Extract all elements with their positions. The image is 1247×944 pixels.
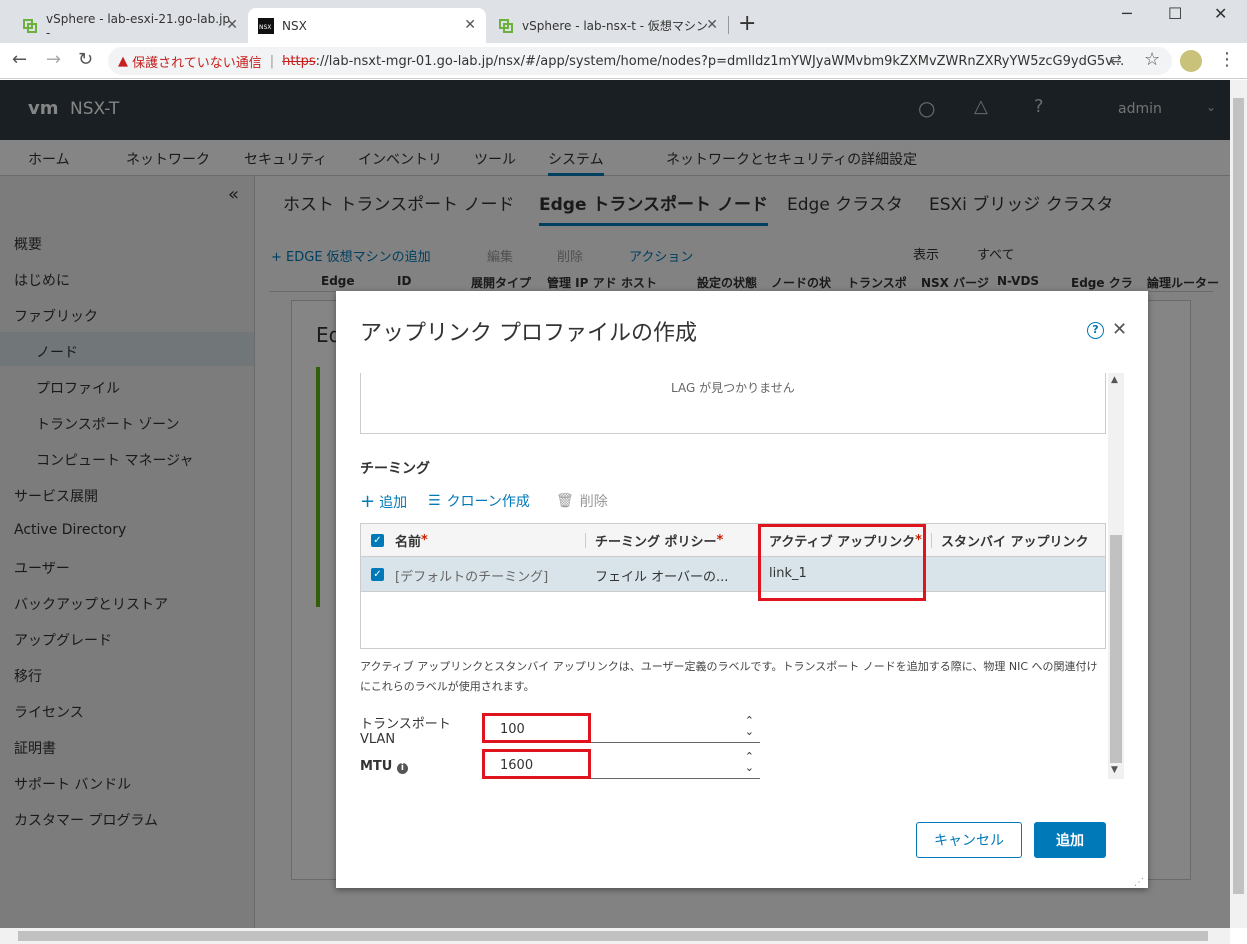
column-divider: [931, 533, 932, 548]
security-label: 保護されていない通信: [132, 55, 262, 71]
browser-menu-icon[interactable]: ⋮: [1218, 49, 1236, 70]
tab-title: NSX: [282, 18, 307, 33]
column-header-standby-uplinks[interactable]: スタンバイ アップリンク: [941, 524, 1089, 557]
address-bar[interactable]: ▲ 保護されていない通信 | https ://lab-nsxt-mgr-01.…: [108, 47, 1172, 75]
add-button[interactable]: 追加: [1034, 822, 1106, 858]
add-label: 追加: [379, 494, 408, 511]
cancel-button[interactable]: キャンセル: [916, 822, 1022, 858]
vsphere-favicon-icon: [499, 18, 513, 33]
page-horizontal-scrollbar[interactable]: [0, 928, 1230, 944]
mtu-label: MTU i: [360, 759, 408, 774]
nsx-favicon-icon: NSX: [258, 17, 274, 34]
table-row[interactable]: ✓ [デフォルトのチーミング] フェイル オーバーの... link_1: [361, 557, 1105, 592]
vsphere-favicon-icon: [23, 18, 37, 33]
column-divider: [585, 533, 586, 548]
scroll-up-arrow-icon[interactable]: ▲: [1111, 375, 1118, 385]
select-all-checkbox[interactable]: ✓: [371, 534, 384, 547]
close-dialog-icon[interactable]: ✕: [1112, 319, 1127, 340]
uplink-help-text: アクティブ アップリンクとスタンバイ アップリンクは、ユーザー定義のラベルです。…: [360, 660, 1098, 693]
scrollbar-thumb[interactable]: [1110, 535, 1122, 763]
close-tab-icon[interactable]: ✕: [706, 17, 718, 33]
trash-icon: 🗑: [556, 493, 574, 509]
teaming-delete-button[interactable]: 🗑 削除: [556, 491, 608, 511]
browser-tab-vsphere-2[interactable]: vSphere - lab-nsx-t - 仮想マシン ✕: [488, 8, 728, 43]
tab-title: vSphere - lab-nsx-t - 仮想マシン: [522, 19, 708, 33]
spinner-icon[interactable]: ⌃ ⌄: [745, 715, 754, 737]
url-text: ://lab-nsxt-mgr-01.go-lab.jp/nsx/#/app/s…: [315, 53, 1125, 69]
close-tab-icon[interactable]: ✕: [464, 17, 476, 33]
profile-avatar-icon[interactable]: [1180, 50, 1202, 72]
info-icon[interactable]: i: [396, 763, 408, 774]
forward-arrow-icon[interactable]: →: [46, 49, 61, 70]
minimize-icon[interactable]: ─: [1122, 4, 1132, 23]
help-icon[interactable]: ?: [1087, 322, 1104, 339]
highlight-box-active-uplink: [758, 524, 926, 601]
lag-grid: LAG が見つかりません: [360, 373, 1106, 434]
warning-icon: ▲: [118, 53, 133, 69]
translate-icon[interactable]: ⇄: [1110, 52, 1122, 68]
lag-empty-message: LAG が見つかりません: [671, 381, 795, 395]
teaming-clone-button[interactable]: ☰ クローン作成: [428, 491, 530, 511]
page-vertical-scrollbar[interactable]: [1230, 80, 1247, 928]
teaming-grid: ✓ 名前 * チーミング ポリシー * アクティブ アップリンク * スタンバイ アッ…: [360, 523, 1106, 649]
tab-title: vSphere - lab-esxi-21.go-lab.jp -: [46, 11, 231, 40]
dialog-scrollbar[interactable]: ▲ ▼: [1108, 373, 1124, 779]
dialog-scroll-area[interactable]: LAG が見つかりません チーミング + 追加 ☰ クローン作成 🗑 削除 ✓ …: [360, 373, 1124, 779]
resize-handle-icon[interactable]: ⋰: [1134, 877, 1144, 888]
browser-tab-strip: vSphere - lab-esxi-21.go-lab.jp - ✕ NSX …: [0, 0, 1247, 43]
url-scheme: https: [282, 53, 316, 69]
row-checkbox[interactable]: ✓: [371, 568, 384, 581]
scroll-down-arrow-icon[interactable]: ▼: [1111, 765, 1118, 775]
page-hscrollbar-thumb[interactable]: [18, 931, 1208, 941]
tab-divider: [728, 16, 729, 34]
address-divider: |: [269, 53, 275, 69]
teaming-add-button[interactable]: + 追加: [360, 491, 407, 512]
close-tab-icon[interactable]: ✕: [226, 17, 238, 33]
highlight-box-mtu: [482, 749, 591, 779]
clone-label: クローン作成: [446, 494, 530, 510]
maximize-icon[interactable]: ☐: [1168, 4, 1182, 23]
column-header-name[interactable]: 名前 *: [395, 524, 428, 557]
new-tab-button[interactable]: +: [738, 12, 756, 36]
row-name: [デフォルトのチーミング]: [395, 570, 549, 585]
plus-icon: +: [360, 491, 376, 512]
browser-tab-nsx[interactable]: NSX NSX ✕: [248, 8, 486, 43]
column-header-teaming-policy[interactable]: チーミング ポリシー *: [595, 524, 723, 557]
back-arrow-icon[interactable]: ←: [12, 49, 27, 70]
teaming-grid-header: ✓ 名前 * チーミング ポリシー * アクティブ アップリンク * スタンバイ アッ…: [361, 524, 1105, 557]
page-scrollbar-thumb[interactable]: [1233, 98, 1244, 894]
delete-label: 削除: [579, 494, 608, 510]
close-window-icon[interactable]: ✕: [1214, 4, 1227, 23]
row-teaming-policy: フェイル オーバーの...: [595, 570, 729, 585]
reload-icon[interactable]: ↻: [78, 49, 93, 70]
transport-vlan-label: トランスポート VLAN: [360, 717, 451, 747]
dialog-title: アップリンク プロファイルの作成: [360, 321, 697, 346]
bookmark-star-icon[interactable]: ☆: [1144, 49, 1160, 70]
svg-text:NSX: NSX: [259, 24, 271, 31]
browser-tab-vsphere-1[interactable]: vSphere - lab-esxi-21.go-lab.jp - ✕: [12, 8, 248, 43]
spinner-icon[interactable]: ⌃ ⌄: [745, 751, 754, 773]
clone-icon: ☰: [428, 493, 441, 509]
teaming-section-title: チーミング: [360, 461, 430, 477]
browser-toolbar: ← → ↻ ▲ 保護されていない通信 | https ://lab-nsxt-m…: [0, 43, 1247, 79]
create-uplink-profile-dialog: アップリンク プロファイルの作成 ? ✕ LAG が見つかりません チーミング …: [336, 291, 1148, 888]
highlight-box-vlan: [482, 713, 591, 743]
